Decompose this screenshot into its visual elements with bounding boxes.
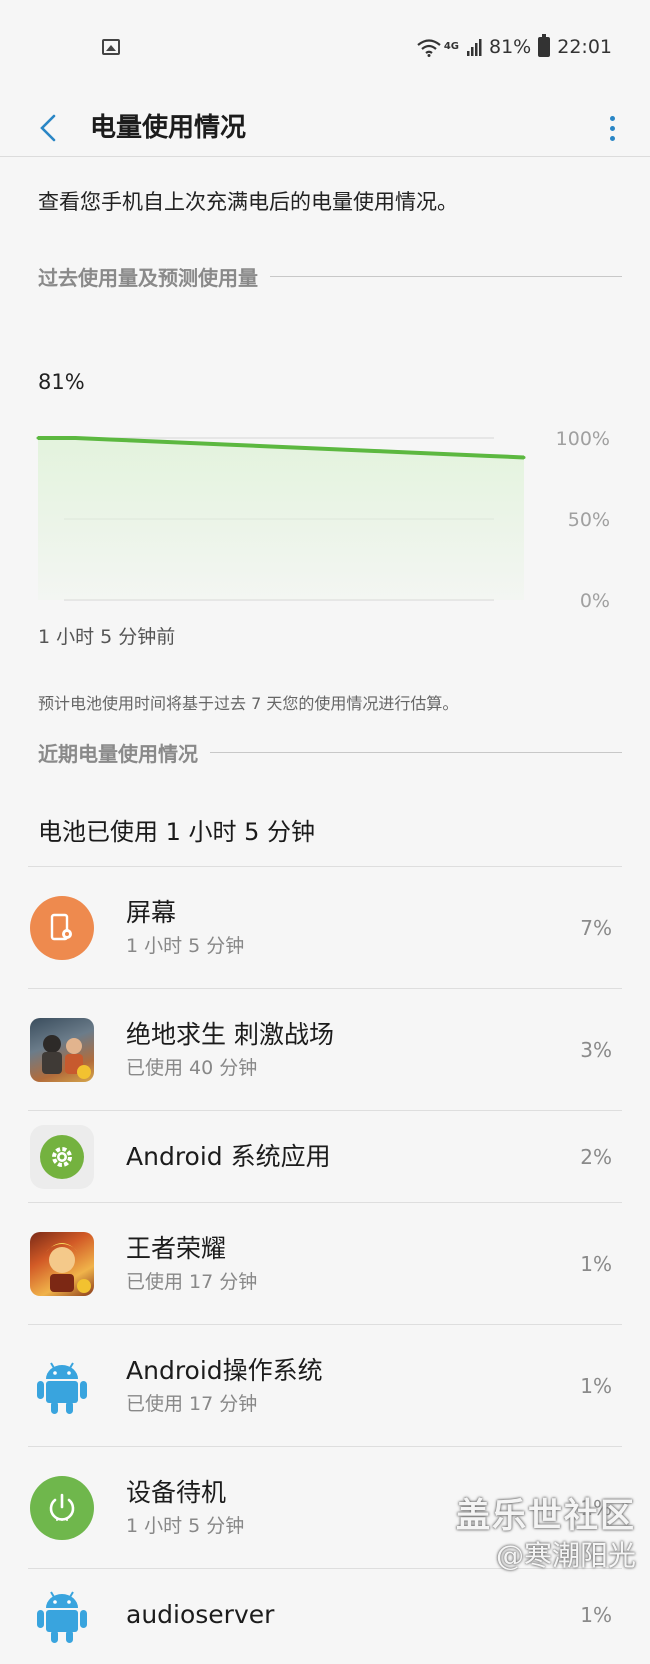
app-row-android-os[interactable]: Android操作系统 已使用 17 分钟 1% (28, 1324, 622, 1446)
app-name: 王者荣耀 (126, 1233, 227, 1263)
section-header-recent: 近期电量使用情况 (38, 738, 622, 767)
battery-data-point (148, 439, 152, 443)
app-percent: 1% (580, 1373, 612, 1398)
y-tick-label: 0% (580, 590, 610, 612)
app-name: audioserver (126, 1599, 275, 1629)
app-row-android-system-apps[interactable]: Android 系统应用 2% (28, 1110, 622, 1202)
battery-data-point (485, 454, 489, 458)
app-row-honor-of-kings[interactable]: 王者荣耀 已使用 17 分钟 1% (28, 1202, 622, 1324)
battery-chart: 81% 100% 50% 0% 1 小时 5 分钟前 (0, 360, 650, 660)
y-tick-label: 50% (568, 509, 610, 531)
pubg-icon (30, 1017, 94, 1082)
gallery-notification-icon (102, 39, 120, 55)
usage-total: 电池已使用 1 小时 5 分钟 (38, 818, 316, 846)
android-icon (30, 1583, 94, 1647)
signal-icon (467, 39, 482, 56)
status-bar: 4G 81% 22:01 (0, 0, 650, 96)
section-divider (270, 276, 622, 277)
status-indicators: 4G 81% 22:01 (416, 34, 612, 58)
section-divider (210, 752, 622, 753)
app-percent: 3% (580, 1037, 612, 1062)
intro-text: 查看您手机自上次充满电后的电量使用情况。 (38, 190, 458, 214)
network-type-label: 4G (443, 41, 459, 52)
chart-time-label: 1 小时 5 分钟前 (38, 626, 176, 648)
battery-data-point (372, 449, 376, 453)
watermark-community: 盖乐世社区 (456, 1496, 636, 1536)
section-title: 近期电量使用情况 (38, 742, 198, 766)
battery-data-point (36, 436, 40, 440)
section-title: 过去使用量及预测使用量 (38, 266, 258, 290)
battery-data-point (73, 436, 77, 440)
header-divider (0, 156, 650, 157)
app-percent: 1% (580, 1602, 612, 1627)
battery-data-point (260, 444, 264, 448)
app-usage-time: 已使用 40 分钟 (126, 1056, 258, 1079)
watermark-author: @寒潮阳光 (495, 1539, 636, 1572)
app-name: 屏幕 (126, 897, 177, 927)
app-name: 设备待机 (126, 1477, 227, 1507)
battery-area (38, 438, 524, 600)
app-row-pubg[interactable]: 绝地求生 刺激战场 已使用 40 分钟 3% (28, 988, 622, 1110)
app-percent: 7% (580, 915, 612, 940)
screen-icon (30, 895, 94, 960)
gear-icon (30, 1124, 94, 1189)
battery-data-point (410, 451, 414, 455)
more-dots-icon (609, 115, 615, 121)
app-name: Android操作系统 (126, 1355, 323, 1385)
battery-data-point (223, 442, 227, 446)
power-icon (30, 1475, 94, 1540)
battery-data-point (298, 446, 302, 450)
app-usage-time: 已使用 17 分钟 (126, 1392, 258, 1415)
app-usage-time: 已使用 17 分钟 (126, 1270, 258, 1293)
wifi-icon (417, 39, 441, 57)
app-name: Android 系统应用 (126, 1141, 331, 1171)
chevron-left-icon (40, 114, 56, 142)
battery-percent: 81% (489, 36, 532, 58)
battery-data-point (335, 447, 339, 451)
app-name: 绝地求生 刺激战场 (126, 1019, 334, 1049)
app-percent: 1% (580, 1251, 612, 1276)
battery-data-point (447, 452, 451, 456)
battery-data-point (111, 438, 115, 442)
app-bar: 电量使用情况 (0, 96, 650, 160)
page-title: 电量使用情况 (90, 113, 247, 143)
more-options-button[interactable] (600, 108, 624, 148)
section-header-usage: 过去使用量及预测使用量 (38, 262, 622, 291)
honor-of-kings-icon (30, 1231, 94, 1296)
app-usage-time: 1 小时 5 分钟 (126, 934, 245, 957)
battery-icon (538, 34, 551, 57)
clock: 22:01 (557, 36, 612, 58)
back-button[interactable] (28, 108, 68, 148)
battery-data-point (522, 455, 526, 459)
android-icon (30, 1354, 94, 1418)
battery-data-point (186, 441, 190, 445)
app-usage-time: 1 小时 5 分钟 (126, 1514, 245, 1537)
app-percent: 2% (580, 1144, 612, 1169)
estimate-note: 预计电池使用时间将基于过去 7 天您的使用情况进行估算。 (38, 694, 459, 713)
app-row-screen[interactable]: 屏幕 1 小时 5 分钟 7% (28, 866, 622, 988)
battery-chart-svg: 100% 50% 0% (36, 428, 610, 612)
app-row-audioserver[interactable]: audioserver 1% (28, 1568, 622, 1660)
y-tick-label: 100% (556, 428, 610, 450)
